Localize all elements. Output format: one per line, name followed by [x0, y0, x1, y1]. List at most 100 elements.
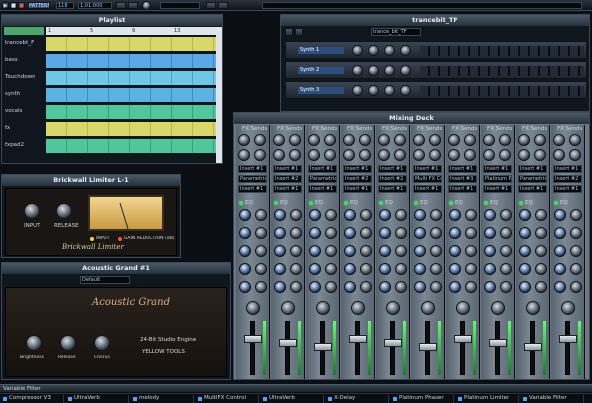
rack-slot-name[interactable]: Synth 3 — [298, 87, 344, 94]
insert-slot[interactable]: Insert #1 — [483, 165, 512, 173]
eq-knob[interactable] — [449, 245, 461, 257]
eq-knob[interactable] — [255, 281, 267, 293]
mute-button[interactable] — [483, 379, 492, 380]
eq-knob[interactable] — [430, 227, 442, 239]
send-knob[interactable] — [308, 149, 320, 161]
send-knob[interactable] — [254, 149, 266, 161]
rec-button[interactable] — [503, 379, 512, 380]
send-knob[interactable] — [569, 134, 581, 146]
insert-slot[interactable]: Insert #1 — [343, 165, 372, 173]
eq-knob[interactable] — [519, 209, 531, 221]
grand-title[interactable]: Acoustic Grand #1 — [2, 263, 230, 274]
eq-knob[interactable] — [554, 281, 566, 293]
eq-knob[interactable] — [449, 263, 461, 275]
playlist-overview[interactable] — [4, 27, 44, 35]
mute-button[interactable] — [308, 379, 317, 380]
eq-knob[interactable] — [360, 263, 372, 275]
send-knob[interactable] — [359, 149, 371, 161]
eq-knob[interactable] — [239, 263, 251, 275]
taskbar-item[interactable]: Platinum Phaser — [391, 395, 454, 403]
channel-fader[interactable] — [524, 343, 542, 351]
track-clip[interactable] — [46, 71, 216, 85]
insert-slot[interactable]: Insert #1 — [273, 165, 302, 173]
send-knob[interactable] — [254, 134, 266, 146]
track-label[interactable]: vocals — [5, 108, 35, 114]
step-sequencer[interactable] — [420, 46, 584, 56]
pan-knob[interactable] — [386, 301, 400, 315]
send-knob[interactable] — [553, 134, 565, 146]
eq-knob[interactable] — [414, 227, 426, 239]
tempo-display[interactable]: 118 — [56, 2, 74, 9]
eq-knob[interactable] — [379, 245, 391, 257]
rack-knob[interactable] — [384, 45, 395, 56]
release-knob[interactable] — [60, 335, 76, 351]
eq-knob[interactable] — [430, 263, 442, 275]
track-label[interactable]: trancebt_F — [5, 40, 35, 46]
insert-slot[interactable]: Insert #1 — [518, 165, 547, 173]
mute-button[interactable] — [553, 379, 562, 380]
track-clip[interactable] — [46, 122, 216, 136]
rec-button[interactable] — [538, 379, 547, 380]
rec-button[interactable] — [328, 379, 337, 380]
channel-fader[interactable] — [419, 343, 437, 351]
eq-knob[interactable] — [360, 245, 372, 257]
insert-slot[interactable]: Insert #2 — [273, 175, 302, 183]
insert-slot[interactable]: Insert #1 — [553, 165, 582, 173]
send-knob[interactable] — [569, 149, 581, 161]
mute-button[interactable] — [448, 379, 457, 380]
insert-slot[interactable]: Insert #1 — [238, 185, 267, 193]
eq-knob[interactable] — [570, 245, 582, 257]
mute-button[interactable] — [413, 379, 422, 380]
eq-knob[interactable] — [535, 263, 547, 275]
eq-knob[interactable] — [414, 263, 426, 275]
channel-fader[interactable] — [279, 339, 297, 347]
pattern-mode-button[interactable]: PATTERN — [28, 2, 50, 9]
eq-knob[interactable] — [360, 209, 372, 221]
rack-knob[interactable] — [400, 45, 411, 56]
eq-knob[interactable] — [344, 245, 356, 257]
track-label[interactable]: fx — [5, 125, 35, 131]
eq-led[interactable] — [274, 201, 278, 205]
eq-knob[interactable] — [255, 263, 267, 275]
send-knob[interactable] — [464, 134, 476, 146]
eq-led[interactable] — [554, 201, 558, 205]
send-knob[interactable] — [378, 149, 390, 161]
rack-knob[interactable] — [384, 85, 395, 96]
eq-knob[interactable] — [379, 263, 391, 275]
rec-button[interactable] — [433, 379, 442, 380]
solo-button[interactable] — [318, 379, 327, 380]
eq-knob[interactable] — [465, 227, 477, 239]
send-knob[interactable] — [553, 149, 565, 161]
eq-knob[interactable] — [465, 209, 477, 221]
eq-knob[interactable] — [570, 227, 582, 239]
pan-knob[interactable] — [316, 301, 330, 315]
send-knob[interactable] — [273, 134, 285, 146]
send-knob[interactable] — [448, 134, 460, 146]
taskbar-item[interactable]: melody — [131, 395, 194, 403]
eq-knob[interactable] — [554, 263, 566, 275]
send-knob[interactable] — [324, 149, 336, 161]
eq-knob[interactable] — [344, 281, 356, 293]
eq-knob[interactable] — [239, 209, 251, 221]
solo-button[interactable] — [283, 379, 292, 380]
pan-knob[interactable] — [561, 301, 575, 315]
eq-knob[interactable] — [554, 245, 566, 257]
eq-knob[interactable] — [239, 245, 251, 257]
channel-fader[interactable] — [244, 335, 262, 343]
send-knob[interactable] — [238, 149, 250, 161]
eq-knob[interactable] — [395, 209, 407, 221]
eq-knob[interactable] — [325, 227, 337, 239]
eq-knob[interactable] — [290, 227, 302, 239]
eq-knob[interactable] — [535, 281, 547, 293]
eq-knob[interactable] — [570, 281, 582, 293]
eq-knob[interactable] — [484, 209, 496, 221]
eq-knob[interactable] — [309, 263, 321, 275]
eq-knob[interactable] — [255, 245, 267, 257]
track-label[interactable]: synth — [5, 91, 35, 97]
rec-button[interactable] — [363, 379, 372, 380]
eq-led[interactable] — [414, 201, 418, 205]
taskbar-item[interactable]: MultiFX Control — [196, 395, 259, 403]
master-volume-knob[interactable] — [142, 1, 151, 10]
eq-knob[interactable] — [430, 209, 442, 221]
send-knob[interactable] — [534, 134, 546, 146]
